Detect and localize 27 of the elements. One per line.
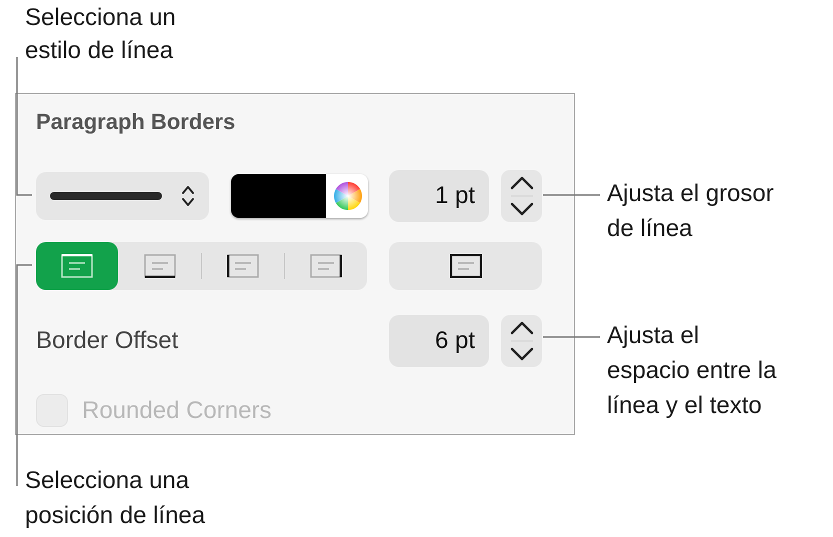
callout-text: Selecciona una posición de línea (25, 466, 206, 531)
callout-text: Ajusta el espacio entre la línea y el texto (607, 321, 776, 421)
leader-line (543, 194, 600, 196)
panel-title: Paragraph Borders (36, 108, 236, 136)
callout-text: Ajusta el grosor de línea (607, 179, 775, 244)
callout-text: Selecciona un estilo de línea (25, 3, 177, 66)
border-position-button[interactable] (36, 242, 118, 290)
line-width-field[interactable]: 1 pt (389, 170, 489, 222)
border-offset-stepper[interactable] (501, 315, 542, 367)
border-offset-field[interactable]: 6 pt (389, 315, 489, 367)
color-wheel-icon (332, 180, 364, 212)
paragraph-border-icon (227, 254, 259, 278)
line-style-popup[interactable] (36, 172, 209, 220)
rounded-corners-label: Rounded Corners (82, 396, 272, 424)
stepper-arrows-icon (508, 174, 534, 218)
chevron-updown-icon (181, 184, 195, 208)
solid-line-icon (50, 191, 162, 201)
paragraph-border-icon (144, 254, 176, 278)
paragraph-border-icon (450, 254, 482, 278)
outline-border-button[interactable] (389, 242, 542, 290)
border-offset-label: Border Offset (36, 327, 180, 355)
paragraph-border-icon (310, 254, 342, 278)
paragraph-border-icon (61, 254, 93, 278)
stepper-arrows-icon (508, 319, 534, 363)
leader-line (543, 336, 600, 338)
line-width-stepper[interactable] (501, 170, 542, 222)
color-well[interactable] (231, 174, 368, 218)
